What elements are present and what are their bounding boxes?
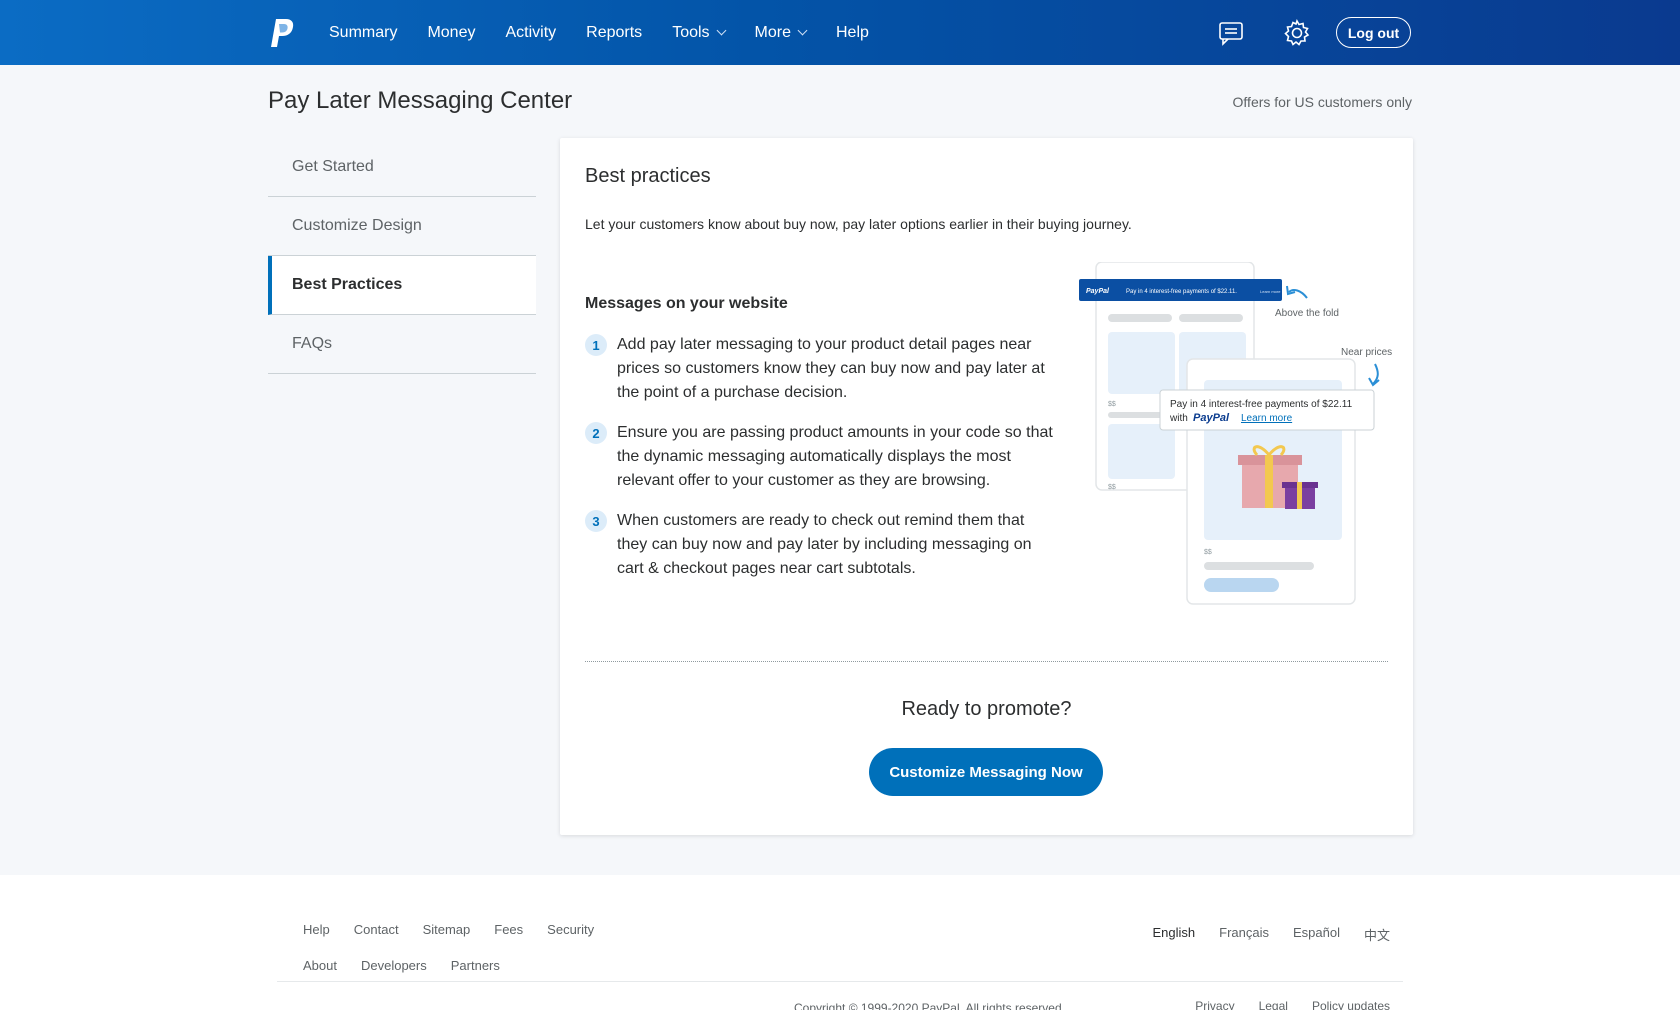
sidebar-item-label: Customize Design	[292, 217, 422, 234]
nav-money-label: Money	[427, 23, 476, 41]
tooltip-learn-more: Learn more	[1241, 413, 1293, 424]
banner-text: Pay in 4 interest-free payments of $22.1…	[1126, 289, 1237, 295]
footer-link-developers[interactable]: Developers	[361, 958, 427, 973]
language-selector: English Français Español 中文	[1129, 925, 1391, 944]
sidebar: Get Started Customize Design Best Practi…	[268, 138, 536, 374]
price-placeholder: $$	[1204, 549, 1212, 556]
messaging-placement-illustration: $$ $$ PayPal Pay in 4 interest-free paym…	[1079, 262, 1392, 605]
language-chinese[interactable]: 中文	[1364, 925, 1390, 944]
legal-link-privacy[interactable]: Privacy	[1195, 999, 1234, 1010]
footer-divider	[277, 981, 1403, 982]
sidebar-item-label: Get Started	[292, 158, 374, 175]
chevron-down-icon	[716, 25, 726, 36]
footer-link-sitemap[interactable]: Sitemap	[423, 922, 471, 937]
footer-link-about[interactable]: About	[303, 958, 337, 973]
language-spanish[interactable]: Español	[1293, 925, 1340, 944]
card-subtitle: Let your customers know about buy now, p…	[585, 216, 1132, 232]
language-english[interactable]: English	[1153, 925, 1196, 944]
step-number-badge: 1	[585, 334, 607, 356]
step-text: When customers are ready to check out re…	[617, 512, 1032, 577]
nav-money[interactable]: Money	[427, 24, 475, 42]
footer-link-help[interactable]: Help	[303, 922, 330, 937]
step-number-badge: 2	[585, 422, 607, 444]
copyright-text: Copyright © 1999-2020 PayPal. All rights…	[794, 1001, 1065, 1010]
settings-gear-icon[interactable]	[1283, 19, 1311, 47]
top-navigation-bar: Summary Money Activity Reports Tools Mor…	[0, 0, 1680, 65]
chevron-down-icon	[797, 25, 808, 36]
sidebar-item-label: Best Practices	[292, 276, 403, 293]
sidebar-item-customize-design[interactable]: Customize Design	[268, 197, 536, 256]
price-placeholder: $$	[1108, 401, 1116, 408]
step-text: Ensure you are passing product amounts i…	[617, 424, 1053, 489]
nav-tools[interactable]: Tools	[672, 23, 726, 42]
legal-link-policy-updates[interactable]: Policy updates	[1312, 999, 1390, 1010]
ready-title: Ready to promote?	[901, 698, 1072, 720]
list-item: 2 Ensure you are passing product amounts…	[585, 421, 1055, 493]
section-title: Messages on your website	[585, 295, 788, 312]
section-divider	[585, 661, 1388, 662]
footer: Help Contact Sitemap Fees Security About…	[0, 875, 1680, 1010]
tooltip-text: Pay in 4 interest-free payments of $22.1…	[1170, 399, 1353, 410]
main-nav: Summary Money Activity Reports Tools Mor…	[329, 0, 899, 65]
customize-messaging-button[interactable]: Customize Messaging Now	[869, 748, 1103, 796]
nav-more[interactable]: More	[754, 23, 808, 42]
paypal-logo-icon[interactable]	[269, 18, 295, 48]
tooltip-with: with	[1169, 413, 1188, 424]
legal-links: Privacy Legal Policy updates	[1171, 999, 1390, 1010]
message-center-icon[interactable]	[1217, 19, 1245, 47]
list-item: 3 When customers are ready to check out …	[585, 509, 1055, 581]
nav-reports[interactable]: Reports	[586, 24, 642, 42]
nav-summary[interactable]: Summary	[329, 24, 397, 42]
nav-more-label: More	[754, 23, 791, 41]
price-placeholder: $$	[1108, 484, 1116, 491]
step-text: Add pay later messaging to your product …	[617, 336, 1045, 401]
banner-paypal-logo: PayPal	[1086, 288, 1110, 295]
sidebar-item-best-practices[interactable]: Best Practices	[268, 256, 536, 315]
nav-help[interactable]: Help	[836, 24, 869, 42]
footer-link-contact[interactable]: Contact	[354, 922, 399, 937]
nav-tools-label: Tools	[672, 23, 710, 41]
steps-list: 1 Add pay later messaging to your produc…	[585, 333, 1055, 597]
step-number-badge: 3	[585, 510, 607, 532]
sidebar-item-label: FAQs	[292, 335, 333, 352]
nav-summary-label: Summary	[329, 23, 398, 41]
language-french[interactable]: Français	[1219, 925, 1269, 944]
nav-reports-label: Reports	[586, 23, 643, 41]
sidebar-item-faqs[interactable]: FAQs	[268, 315, 536, 374]
offers-note: Offers for US customers only	[1232, 94, 1412, 110]
banner-link: Learn more	[1260, 289, 1281, 294]
footer-links-row1: Help Contact Sitemap Fees Security	[303, 922, 618, 937]
footer-link-partners[interactable]: Partners	[451, 958, 500, 973]
footer-links-row2: About Developers Partners	[303, 958, 524, 973]
label-near-prices: Near prices	[1341, 347, 1392, 358]
legal-link-legal[interactable]: Legal	[1259, 999, 1288, 1010]
nav-activity-label: Activity	[505, 23, 557, 41]
footer-link-fees[interactable]: Fees	[494, 922, 523, 937]
nav-help-label: Help	[836, 23, 869, 41]
sidebar-item-get-started[interactable]: Get Started	[268, 138, 536, 197]
card-title: Best practices	[585, 165, 711, 187]
page-title: Pay Later Messaging Center	[268, 87, 573, 114]
footer-link-security[interactable]: Security	[547, 922, 594, 937]
list-item: 1 Add pay later messaging to your produc…	[585, 333, 1055, 405]
logout-button[interactable]: Log out	[1336, 17, 1411, 48]
label-above-fold: Above the fold	[1275, 308, 1339, 319]
best-practices-card: Best practices Let your customers know a…	[560, 138, 1413, 835]
nav-activity[interactable]: Activity	[505, 24, 556, 42]
tooltip-paypal-logo: PayPal	[1193, 412, 1230, 424]
